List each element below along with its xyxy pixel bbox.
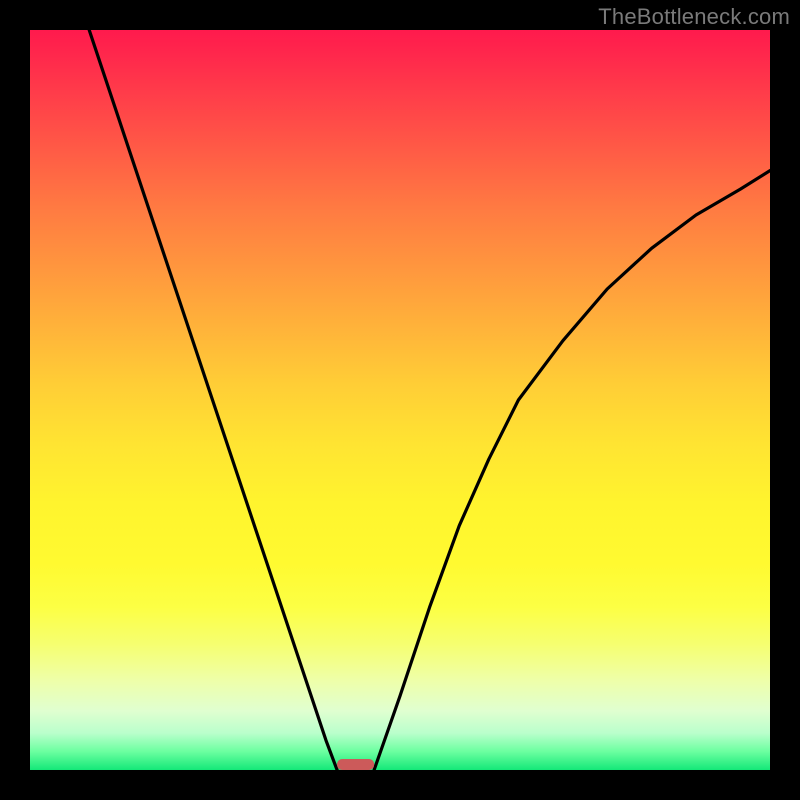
right-curve xyxy=(374,171,770,770)
minimum-marker xyxy=(337,759,374,770)
chart-svg xyxy=(30,30,770,770)
chart-frame: TheBottleneck.com xyxy=(0,0,800,800)
watermark-text: TheBottleneck.com xyxy=(598,4,790,30)
left-curve xyxy=(89,30,337,770)
plot-area xyxy=(30,30,770,770)
